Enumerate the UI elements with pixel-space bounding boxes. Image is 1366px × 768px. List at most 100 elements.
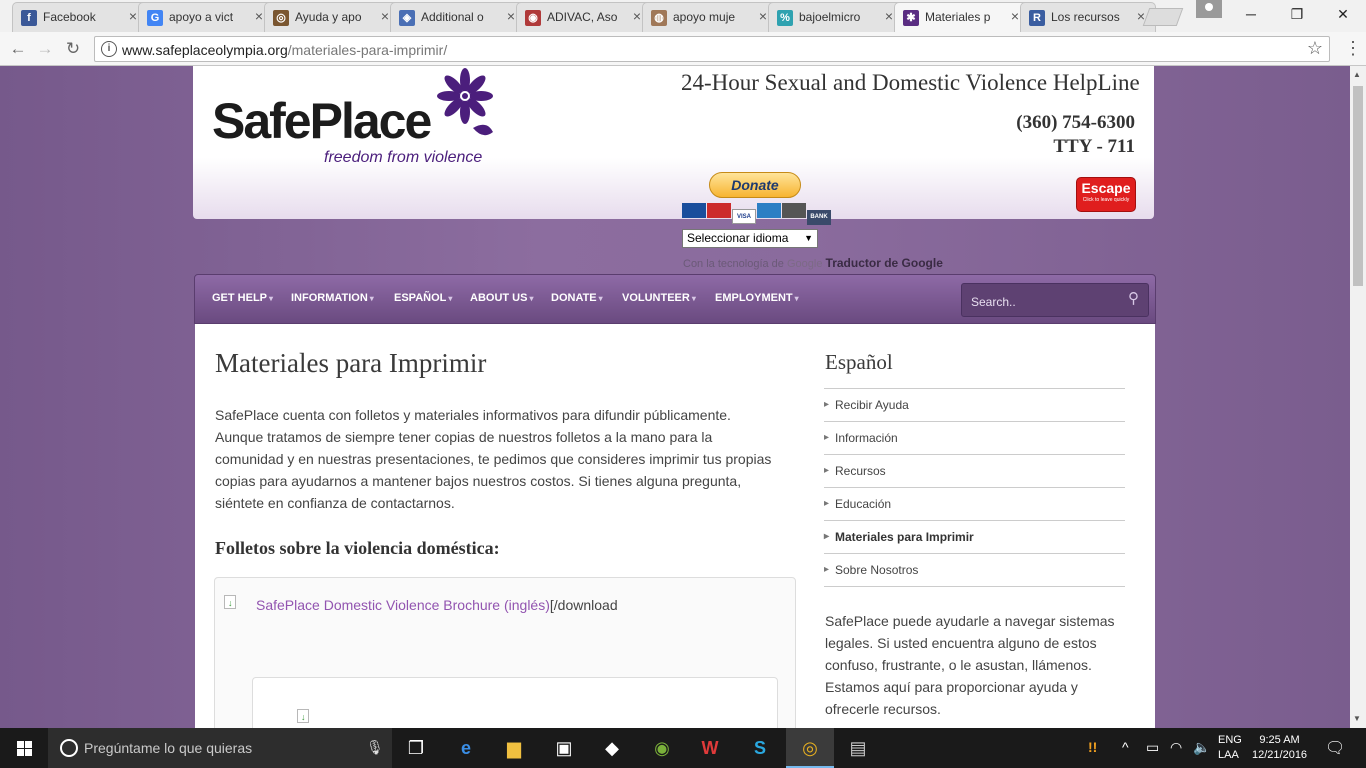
nav-volunteer[interactable]: VOLUNTEER ▾ [622,292,696,304]
browser-tab[interactable]: ◎ Ayuda y apo × [264,2,400,32]
tab-favicon-icon: ✱ [903,10,919,26]
helpline-tty: TTY - 711 [1053,136,1135,157]
forward-icon[interactable]: → [33,37,57,61]
store-icon[interactable]: ▣ [540,728,588,768]
minimize-button[interactable]: ─ [1228,0,1274,30]
evernote-icon[interactable]: ◉ [638,728,686,768]
back-icon[interactable]: ← [6,37,30,61]
battery-icon[interactable]: ▭ [1146,739,1159,756]
chrome-menu-icon[interactable]: ⋮ [1344,37,1362,61]
browser-toolbar: ← → ↻ i www.safeplaceolympia.org/materia… [0,32,1366,66]
caret-down-icon: ▾ [691,294,696,303]
sidebar-item-sobre-nosotros[interactable]: Sobre Nosotros [824,554,1125,587]
sidebar-item-informacion[interactable]: Información [824,422,1125,455]
skype-icon[interactable]: S [736,728,784,768]
bookmark-star-icon[interactable]: ☆ [1307,38,1323,59]
nav-about-us[interactable]: ABOUT US ▾ [470,292,533,304]
chrome-icon[interactable]: ◎ [786,728,834,768]
virtual-machine-icon[interactable]: ▤ [834,728,882,768]
search-icon[interactable]: ⚲ [1128,289,1139,307]
nav-espanol[interactable]: ESPAÑOL ▾ [394,292,452,304]
main-navigation: GET HELP ▾ INFORMATION ▾ ESPAÑOL ▾ ABOUT US… [194,274,1156,324]
close-tab-icon[interactable]: × [255,8,263,24]
close-tab-icon[interactable]: × [507,8,515,24]
sidebar-item-recibir-ayuda[interactable]: Recibir Ayuda [824,389,1125,422]
tab-title: Facebook [43,10,96,24]
dropbox-icon[interactable]: ◆ [588,728,636,768]
volume-icon[interactable]: 🔈 [1193,739,1210,756]
edge-icon[interactable]: e [442,728,490,768]
close-tab-icon[interactable]: × [633,8,641,24]
new-tab-button[interactable] [1142,8,1184,26]
download-link-text[interactable]: SafePlace Domestic Violence Brochure (in… [256,597,550,613]
alert-tray-icon[interactable]: !! [1088,739,1097,755]
language-select[interactable]: Seleccionar idioma ▼ [682,229,818,248]
page-scrollbar[interactable]: ▲ ▼ [1350,66,1366,728]
url-text[interactable]: www.safeplaceolympia.org/materiales-para… [122,42,447,58]
user-profile-icon[interactable] [1196,0,1222,18]
browser-tab[interactable]: ✱ Materiales p × [894,2,1030,32]
browser-tab[interactable]: ◉ ADIVAC, Aso × [516,2,652,32]
input-language-indicator[interactable]: ENG LAA [1218,733,1242,763]
page-viewport: SafePlace freedom from violence 24-Hour … [0,66,1350,728]
show-hidden-icons-icon[interactable]: ^ [1122,739,1129,755]
google-translate-credit[interactable]: Con la tecnología de Google Traductor de… [683,256,943,270]
nav-donate[interactable]: DONATE ▾ [551,292,603,304]
sidebar-item-educacion[interactable]: Educación [824,488,1125,521]
sidebar-item-recursos[interactable]: Recursos [824,455,1125,488]
sidebar-menu: Recibir Ayuda Información Recursos Educa… [824,388,1125,587]
caret-down-icon: ▾ [529,294,534,303]
sidebar-title: Español [825,350,893,374]
scroll-up-icon[interactable]: ▲ [1353,70,1361,79]
close-tab-icon[interactable]: × [381,8,389,24]
close-tab-icon[interactable]: × [1011,8,1019,24]
address-bar[interactable]: i www.safeplaceolympia.org/materiales-pa… [94,36,1330,62]
start-button[interactable] [0,728,48,768]
reload-icon[interactable]: ↻ [61,37,85,61]
browser-tab[interactable]: ◈ Additional o × [390,2,526,32]
close-tab-icon[interactable]: × [759,8,767,24]
paypal-donate-button[interactable]: Donate [709,172,801,198]
wifi-icon[interactable]: ◠ [1170,739,1182,756]
maximize-button[interactable]: ❐ [1274,0,1320,30]
system-clock[interactable]: 9:25 AM 12/21/2016 [1252,733,1307,763]
close-window-button[interactable]: ✕ [1320,0,1366,30]
site-search-input[interactable]: Search.. ⚲ [961,283,1149,317]
language-select-value: Seleccionar idioma [687,231,789,245]
escape-button[interactable]: Escape Click to leave quickly [1076,177,1136,212]
browser-tab[interactable]: R Los recursos × [1020,2,1156,32]
helpline-phone: (360) 754-6300 [1016,112,1135,133]
browser-tab[interactable]: f Facebook × [12,2,148,32]
tab-title: Materiales p [925,10,991,24]
browser-tab[interactable]: ◍ apoyo muje × [642,2,778,32]
browser-tab[interactable]: % bajoelmicro × [768,2,904,32]
nav-information[interactable]: INFORMATION ▾ [291,292,374,304]
browser-tab[interactable]: Gapoyo a vict × [138,2,274,32]
notifications-icon[interactable]: 🗨 1 [1325,738,1345,758]
wps-office-icon[interactable]: W [686,728,734,768]
clock-time: 9:25 AM [1259,734,1300,746]
microphone-icon[interactable]: 🎙 [366,739,384,756]
brochures-heading: Folletos sobre la violencia doméstica: [215,538,500,558]
close-tab-icon[interactable]: × [885,8,893,24]
lang-code: ENG [1218,734,1242,746]
escape-subtext: Click to leave quickly [1082,197,1130,203]
scroll-down-icon[interactable]: ▼ [1353,714,1361,723]
clock-date: 12/21/2016 [1252,749,1308,761]
nav-employment[interactable]: EMPLOYMENT ▾ [715,292,799,304]
info-icon[interactable]: i [101,41,117,57]
page-title: Materiales para Imprimir [215,348,487,378]
task-view-icon[interactable]: ❐ [392,728,440,768]
scrollbar-thumb[interactable] [1353,86,1363,286]
sidebar-item-materiales[interactable]: Materiales para Imprimir [824,521,1125,554]
tab-title: bajoelmicro [799,10,861,24]
tab-favicon-icon: ◈ [399,10,415,26]
close-tab-icon[interactable]: × [129,8,137,24]
brochure-download-link[interactable]: SafePlace Domestic Violence Brochure (in… [256,597,618,613]
nav-get-help[interactable]: GET HELP ▾ [212,292,273,304]
cortana-search-box[interactable]: Pregúntame lo que quieras 🎙 [48,728,392,768]
file-explorer-icon[interactable]: ▆ [490,728,538,768]
translate-prefix: Con la tecnología de [683,258,784,270]
site-logo[interactable]: SafePlace [212,92,432,150]
logo-tagline: freedom from violence [324,149,483,166]
